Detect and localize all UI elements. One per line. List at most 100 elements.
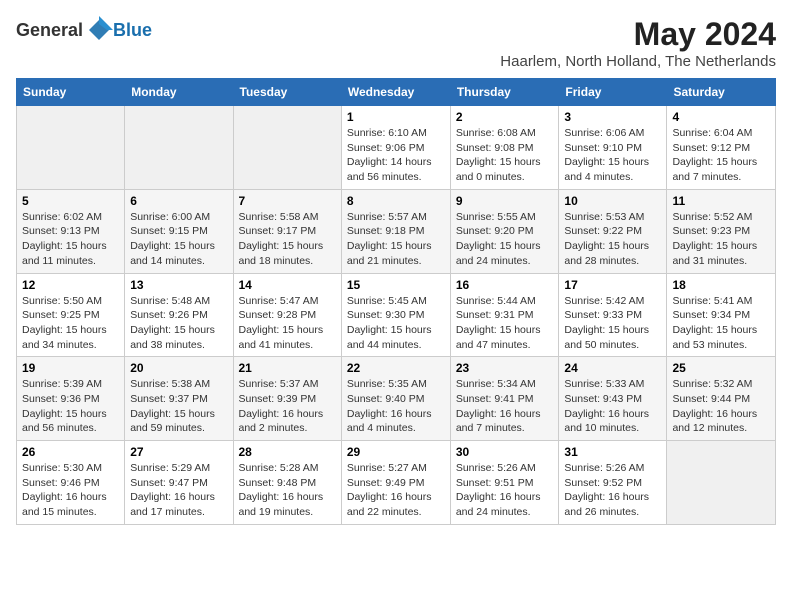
- day-number: 6: [130, 194, 227, 208]
- header-friday: Friday: [559, 79, 667, 106]
- day-number: 1: [347, 110, 445, 124]
- day-number: 24: [564, 361, 661, 375]
- table-row: 11 Sunrise: 5:52 AMSunset: 9:23 PMDayligh…: [667, 189, 776, 273]
- table-row: 18 Sunrise: 5:41 AMSunset: 9:34 PMDayligh…: [667, 273, 776, 357]
- day-number: 12: [22, 278, 119, 292]
- table-row: [125, 106, 233, 190]
- day-number: 7: [239, 194, 336, 208]
- table-row: 12Sunrise: 5:50 AMSunset: 9:25 PMDayligh…: [17, 273, 125, 357]
- day-info: Sunrise: 5:55 AMSunset: 9:20 PMDaylight:…: [456, 210, 554, 269]
- day-number: 2: [456, 110, 554, 124]
- table-row: 5 Sunrise: 6:02 AMSunset: 9:13 PMDaylight…: [17, 189, 125, 273]
- day-number: 28: [239, 445, 336, 459]
- location: Haarlem, North Holland, The Netherlands: [500, 53, 776, 70]
- day-info: Sunrise: 6:06 AMSunset: 9:10 PMDaylight:…: [564, 126, 661, 185]
- day-number: 5: [22, 194, 119, 208]
- day-info: Sunrise: 5:35 AMSunset: 9:40 PMDaylight:…: [347, 377, 445, 436]
- day-number: 9: [456, 194, 554, 208]
- header-sunday: Sunday: [17, 79, 125, 106]
- table-row: 15Sunrise: 5:45 AMSunset: 9:30 PMDayligh…: [341, 273, 450, 357]
- day-number: 26: [22, 445, 119, 459]
- day-info: Sunrise: 5:29 AMSunset: 9:47 PMDaylight:…: [130, 461, 227, 520]
- day-info: Sunrise: 6:04 AMSunset: 9:12 PMDaylight:…: [672, 126, 770, 185]
- table-row: 19 Sunrise: 5:39 AMSunset: 9:36 PMDayligh…: [17, 357, 125, 441]
- header-thursday: Thursday: [450, 79, 559, 106]
- day-info: Sunrise: 5:28 AMSunset: 9:48 PMDaylight:…: [239, 461, 336, 520]
- day-number: 30: [456, 445, 554, 459]
- day-number: 23: [456, 361, 554, 375]
- table-row: [233, 106, 341, 190]
- calendar-week-row: 5 Sunrise: 6:02 AMSunset: 9:13 PMDaylight…: [17, 189, 776, 273]
- day-info: Sunrise: 5:26 AMSunset: 9:51 PMDaylight:…: [456, 461, 554, 520]
- day-number: 4: [672, 110, 770, 124]
- table-row: 8Sunrise: 5:57 AMSunset: 9:18 PMDaylight…: [341, 189, 450, 273]
- day-number: 19: [22, 361, 119, 375]
- day-number: 14: [239, 278, 336, 292]
- calendar-week-row: 19 Sunrise: 5:39 AMSunset: 9:36 PMDayligh…: [17, 357, 776, 441]
- day-info: Sunrise: 5:32 AMSunset: 9:44 PMDaylight:…: [672, 377, 770, 436]
- day-info: Sunrise: 6:10 AMSunset: 9:06 PMDaylight:…: [347, 126, 445, 185]
- table-row: 30 Sunrise: 5:26 AMSunset: 9:51 PMDayligh…: [450, 441, 559, 525]
- table-row: 1 Sunrise: 6:10 AMSunset: 9:06 PMDaylight…: [341, 106, 450, 190]
- day-info: Sunrise: 5:52 AMSunset: 9:23 PMDaylight:…: [672, 210, 770, 269]
- day-info: Sunrise: 5:57 AMSunset: 9:18 PMDaylight:…: [347, 210, 445, 269]
- logo: General Blue: [16, 16, 152, 44]
- table-row: 4 Sunrise: 6:04 AMSunset: 9:12 PMDaylight…: [667, 106, 776, 190]
- day-info: Sunrise: 5:37 AMSunset: 9:39 PMDaylight:…: [239, 377, 336, 436]
- table-row: 13Sunrise: 5:48 AMSunset: 9:26 PMDayligh…: [125, 273, 233, 357]
- calendar-table: Sunday Monday Tuesday Wednesday Thursday…: [16, 78, 776, 525]
- day-info: Sunrise: 6:02 AMSunset: 9:13 PMDaylight:…: [22, 210, 119, 269]
- day-number: 18: [672, 278, 770, 292]
- day-info: Sunrise: 5:27 AMSunset: 9:49 PMDaylight:…: [347, 461, 445, 520]
- day-number: 10: [564, 194, 661, 208]
- day-info: Sunrise: 5:45 AMSunset: 9:30 PMDaylight:…: [347, 294, 445, 353]
- day-info: Sunrise: 5:53 AMSunset: 9:22 PMDaylight:…: [564, 210, 661, 269]
- day-number: 31: [564, 445, 661, 459]
- table-row: 24 Sunrise: 5:33 AMSunset: 9:43 PMDayligh…: [559, 357, 667, 441]
- table-row: 7 Sunrise: 5:58 AMSunset: 9:17 PMDaylight…: [233, 189, 341, 273]
- day-number: 16: [456, 278, 554, 292]
- table-row: 14 Sunrise: 5:47 AMSunset: 9:28 PMDayligh…: [233, 273, 341, 357]
- day-number: 22: [347, 361, 445, 375]
- day-info: Sunrise: 5:34 AMSunset: 9:41 PMDaylight:…: [456, 377, 554, 436]
- day-info: Sunrise: 6:08 AMSunset: 9:08 PMDaylight:…: [456, 126, 554, 185]
- day-info: Sunrise: 5:39 AMSunset: 9:36 PMDaylight:…: [22, 377, 119, 436]
- logo-text-blue: Blue: [113, 20, 152, 41]
- page-header: General Blue May 2024 Haarlem, North Hol…: [16, 16, 776, 70]
- day-info: Sunrise: 5:47 AMSunset: 9:28 PMDaylight:…: [239, 294, 336, 353]
- table-row: 2 Sunrise: 6:08 AMSunset: 9:08 PMDaylight…: [450, 106, 559, 190]
- header-saturday: Saturday: [667, 79, 776, 106]
- table-row: 25 Sunrise: 5:32 AMSunset: 9:44 PMDayligh…: [667, 357, 776, 441]
- table-row: 9 Sunrise: 5:55 AMSunset: 9:20 PMDaylight…: [450, 189, 559, 273]
- day-info: Sunrise: 5:48 AMSunset: 9:26 PMDaylight:…: [130, 294, 227, 353]
- day-info: Sunrise: 6:00 AMSunset: 9:15 PMDaylight:…: [130, 210, 227, 269]
- month-year: May 2024: [500, 16, 776, 53]
- header-monday: Monday: [125, 79, 233, 106]
- header-wednesday: Wednesday: [341, 79, 450, 106]
- table-row: [17, 106, 125, 190]
- day-number: 29: [347, 445, 445, 459]
- day-info: Sunrise: 5:41 AMSunset: 9:34 PMDaylight:…: [672, 294, 770, 353]
- day-info: Sunrise: 5:58 AMSunset: 9:17 PMDaylight:…: [239, 210, 336, 269]
- day-number: 3: [564, 110, 661, 124]
- logo-text-general: General: [16, 20, 83, 41]
- table-row: 20Sunrise: 5:38 AMSunset: 9:37 PMDayligh…: [125, 357, 233, 441]
- table-row: 31Sunrise: 5:26 AMSunset: 9:52 PMDayligh…: [559, 441, 667, 525]
- table-row: 10 Sunrise: 5:53 AMSunset: 9:22 PMDayligh…: [559, 189, 667, 273]
- table-row: [667, 441, 776, 525]
- day-number: 11: [672, 194, 770, 208]
- table-row: 22 Sunrise: 5:35 AMSunset: 9:40 PMDayligh…: [341, 357, 450, 441]
- day-info: Sunrise: 5:42 AMSunset: 9:33 PMDaylight:…: [564, 294, 661, 353]
- day-number: 25: [672, 361, 770, 375]
- day-info: Sunrise: 5:33 AMSunset: 9:43 PMDaylight:…: [564, 377, 661, 436]
- table-row: 27 Sunrise: 5:29 AMSunset: 9:47 PMDayligh…: [125, 441, 233, 525]
- day-number: 21: [239, 361, 336, 375]
- header-tuesday: Tuesday: [233, 79, 341, 106]
- calendar-week-row: 12Sunrise: 5:50 AMSunset: 9:25 PMDayligh…: [17, 273, 776, 357]
- table-row: 16 Sunrise: 5:44 AMSunset: 9:31 PMDayligh…: [450, 273, 559, 357]
- day-number: 27: [130, 445, 227, 459]
- table-row: 6 Sunrise: 6:00 AMSunset: 9:15 PMDaylight…: [125, 189, 233, 273]
- calendar-header-row: Sunday Monday Tuesday Wednesday Thursday…: [17, 79, 776, 106]
- day-info: Sunrise: 5:44 AMSunset: 9:31 PMDaylight:…: [456, 294, 554, 353]
- day-number: 17: [564, 278, 661, 292]
